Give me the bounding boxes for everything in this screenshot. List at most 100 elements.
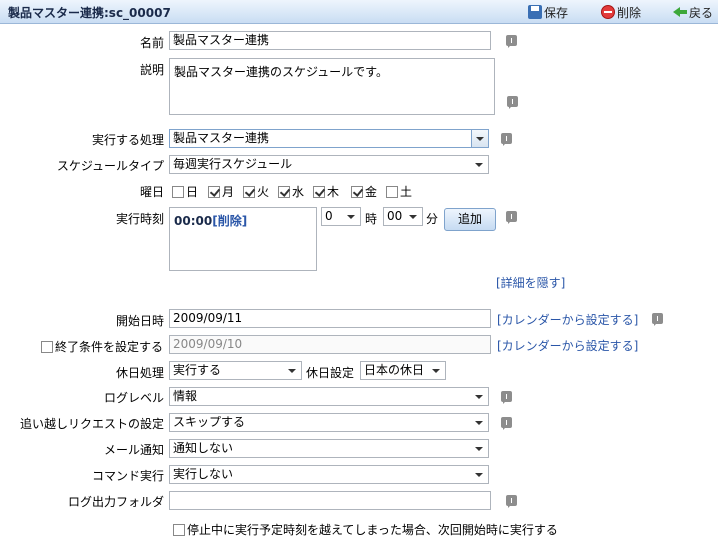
weekday-checkbox[interactable] [313,185,325,198]
process-value: 製品マスター連携 [173,131,270,145]
weekday-monday[interactable]: 月 [208,183,234,200]
weekday-checkbox[interactable] [208,185,220,198]
mail-label: メール通知 [103,443,164,457]
holiday-setting-select[interactable]: 日本の休日 [360,361,446,380]
save-label: 保存 [544,5,569,20]
weekday-checkbox[interactable] [386,185,398,198]
chevron-down-icon [475,163,483,167]
chevron-down-icon [288,369,296,373]
holiday-process-select[interactable]: 実行する [169,361,302,380]
chevron-down-icon [475,473,483,477]
name-input[interactable]: 製品マスター連携 [169,31,491,50]
delete-icon [601,5,615,19]
holiday-setting-label: 休日設定 [306,366,355,380]
schedule-type-value: 毎週実行スケジュール [173,157,293,171]
end-condition-checkbox[interactable] [41,340,53,353]
minute-value: 00 [387,209,403,223]
weekday-sunday[interactable]: 日 [172,183,198,200]
time-list: 00:00[削除] [169,207,317,271]
catchup-toggle[interactable]: 停止中に実行予定時刻を越えてしまった場合、次回開始時に実行する [173,521,558,538]
weekday-text: 土 [400,185,413,199]
description-textarea[interactable]: 製品マスター連携のスケジュールです。 [169,58,495,115]
log-level-label: ログレベル [103,391,164,405]
weekday-text: 木 [327,185,340,199]
weekday-thursday[interactable]: 木 [313,183,339,200]
minute-select[interactable]: 00 [383,207,423,226]
weekday-checkbox[interactable] [278,185,290,198]
command-label: コマンド実行 [91,469,164,483]
overtake-select[interactable]: スキップする [169,413,489,432]
weekday-friday[interactable]: 金 [351,183,377,200]
combo-dropdown-button[interactable] [471,130,488,147]
log-level-value: 情報 [173,389,198,403]
time-delete-link[interactable]: [削除] [212,214,247,228]
chevron-down-icon [475,395,483,399]
hour-value: 0 [325,209,333,223]
mail-value: 通知しない [173,441,234,455]
time-label: 実行時刻 [115,212,164,226]
info-icon [506,211,517,224]
weekday-checkbox[interactable] [351,185,363,198]
hide-details-link[interactable]: [詳細を隠す] [496,274,565,291]
hour-unit: 時 [365,212,378,226]
save-button[interactable]: 保存 [528,3,568,21]
chevron-down-icon [432,369,440,373]
mail-select[interactable]: 通知しない [169,439,489,458]
info-icon [501,133,512,146]
weekday-saturday[interactable]: 土 [386,183,412,200]
overtake-label: 追い越しリクエストの設定 [19,417,164,431]
end-date-input[interactable]: 2009/09/10 [169,335,491,354]
delete-label: 削除 [617,5,642,20]
chevron-down-icon [475,447,483,451]
start-label: 開始日時 [115,314,164,328]
info-icon [506,495,517,508]
window-title: 製品マスター連携:sc_00007 [8,6,171,20]
start-date-input[interactable]: 2009/09/11 [169,309,491,328]
end-calendar-link[interactable]: [カレンダーから設定する] [497,337,638,354]
holiday-process-value: 実行する [173,363,222,377]
catchup-label: 停止中に実行予定時刻を越えてしまった場合、次回開始時に実行する [187,523,558,537]
minute-unit: 分 [426,212,439,226]
hour-select[interactable]: 0 [321,207,361,226]
weekday-checkbox[interactable] [243,185,255,198]
log-folder-label: ログ出力フォルダ [67,495,164,509]
add-time-button[interactable]: 追加 [444,208,496,231]
holiday-setting-value: 日本の休日 [364,363,425,377]
chevron-down-icon [476,137,484,141]
weekday-text: 火 [257,185,270,199]
weekday-text: 日 [186,185,199,199]
end-condition-label: 終了条件を設定する [55,340,164,354]
weekday-tuesday[interactable]: 火 [243,183,269,200]
weekday-text: 水 [292,185,305,199]
weekday-text: 金 [365,185,378,199]
weekday-wednesday[interactable]: 水 [278,183,304,200]
chevron-down-icon [347,215,355,219]
back-arrow-icon [673,5,687,19]
title-bar: 製品マスター連携:sc_00007 保存 削除 戻る [0,0,718,24]
end-condition-toggle[interactable]: 終了条件を設定する [41,338,163,355]
schedule-type-label: スケジュールタイプ [56,159,164,173]
back-button[interactable]: 戻る [673,3,713,21]
info-icon [506,35,517,48]
overtake-value: スキップする [173,415,246,429]
log-folder-input[interactable] [169,491,491,510]
weekday-label: 曜日 [139,185,164,199]
chevron-down-icon [409,215,417,219]
holiday-process-label: 休日処理 [115,366,164,380]
process-label: 実行する処理 [91,133,164,147]
save-icon [528,5,542,19]
delete-button[interactable]: 削除 [601,3,641,21]
weekday-checkbox[interactable] [172,185,184,198]
catchup-checkbox[interactable] [173,523,185,536]
schedule-type-select[interactable]: 毎週実行スケジュール [169,155,489,174]
log-level-select[interactable]: 情報 [169,387,489,406]
process-combobox[interactable]: 製品マスター連携 [169,129,489,148]
time-entry: 00:00 [174,214,213,228]
chevron-down-icon [475,421,483,425]
description-label: 説明 [139,63,164,77]
info-icon [507,96,518,109]
command-value: 実行しない [173,467,234,481]
weekday-text: 月 [222,185,235,199]
start-calendar-link[interactable]: [カレンダーから設定する] [497,311,638,328]
command-select[interactable]: 実行しない [169,465,489,484]
